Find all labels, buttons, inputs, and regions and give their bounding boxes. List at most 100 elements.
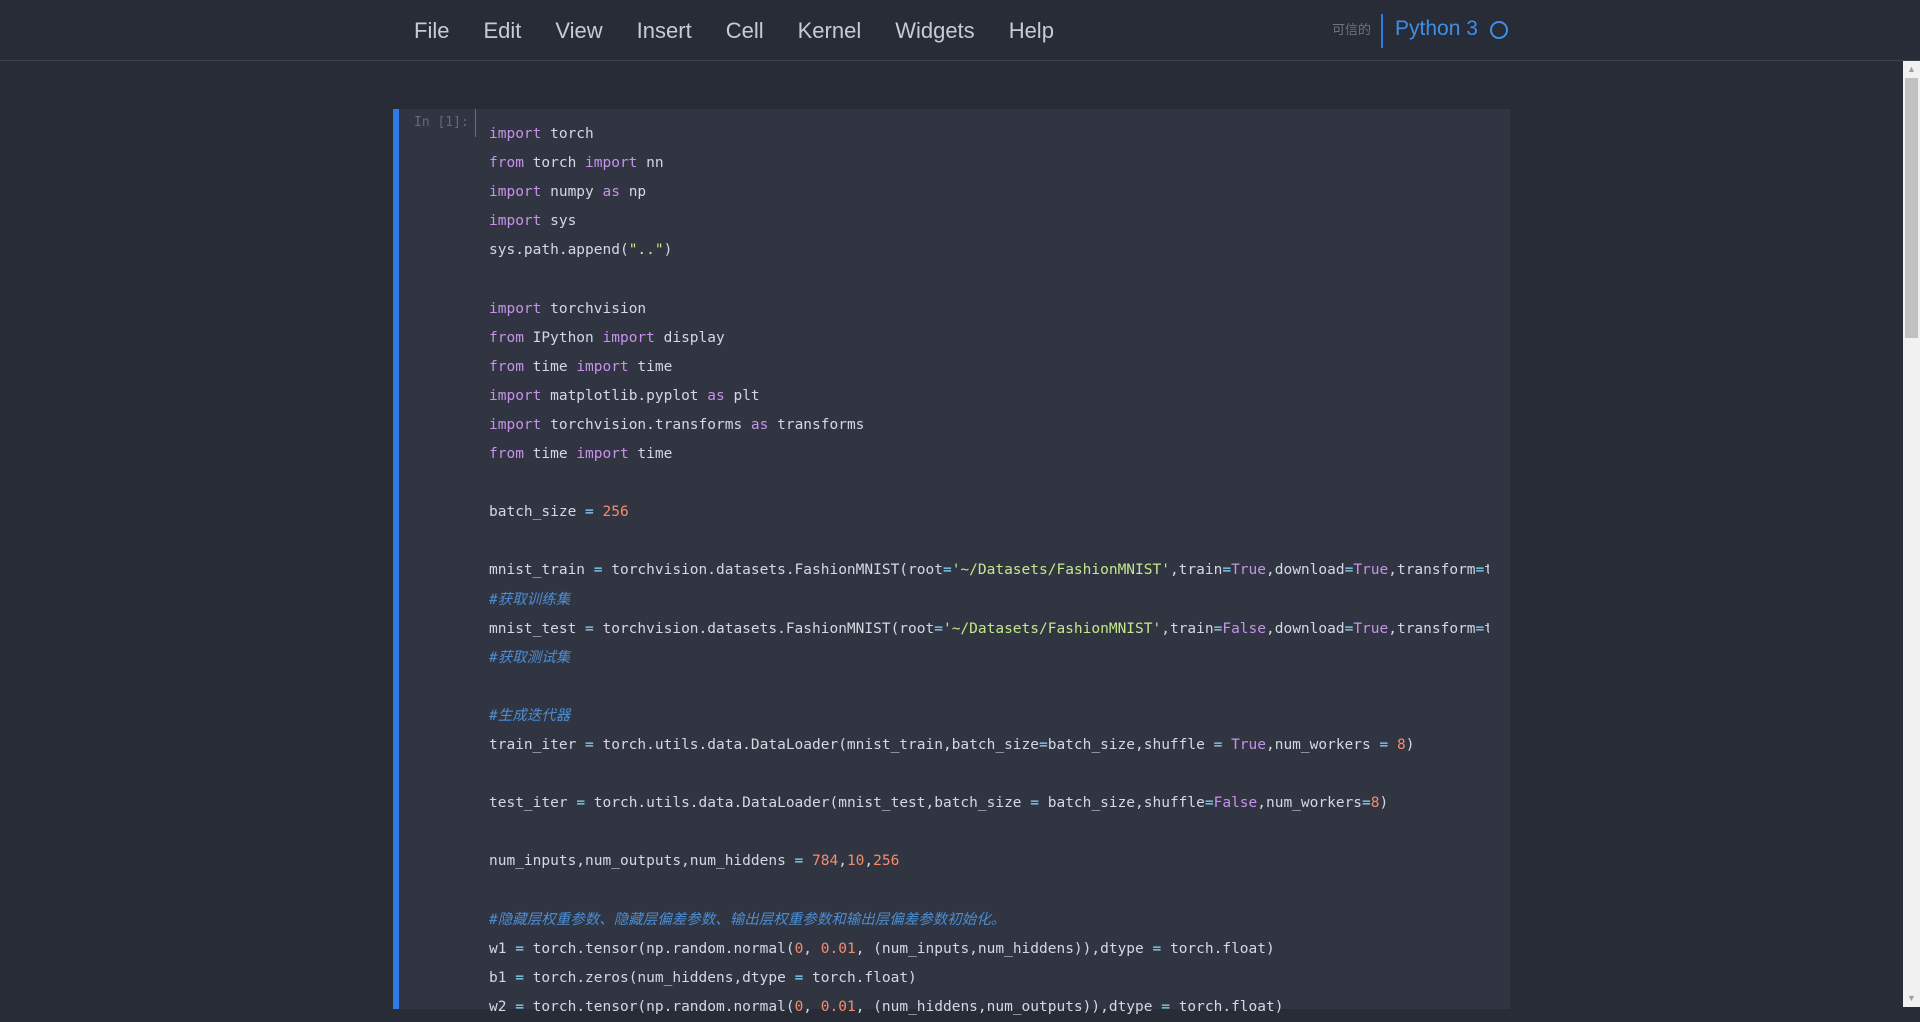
input-prompt: In [1]: [414, 115, 469, 130]
code-token: ,transform [1388, 620, 1476, 637]
code-token: torchvision.transforms [541, 416, 751, 433]
code-token: torch.float) [1161, 940, 1275, 957]
scroll-up-arrow-icon[interactable]: ▲ [1903, 61, 1920, 78]
menu-cell[interactable]: Cell [709, 0, 781, 61]
code-token: = [515, 969, 524, 986]
menu-view[interactable]: View [538, 0, 619, 61]
code-token: train_iter [489, 736, 586, 753]
menu-edit[interactable]: Edit [466, 0, 538, 61]
code-token: import [489, 126, 542, 142]
code-token: = [1344, 562, 1354, 579]
code-line: #隐藏层权重参数、隐藏层偏差参数、输出层权重参数和输出层偏差参数初始化。 [489, 906, 1489, 935]
code-token: ,train [1161, 620, 1214, 637]
code-token: transforms.ToTensor()) [1484, 620, 1489, 637]
code-token: = [1475, 562, 1485, 579]
code-token: sys [541, 213, 577, 230]
code-token: = [1344, 620, 1354, 637]
menu-items: File Edit View Insert Cell Kernel Widget… [397, 0, 1071, 61]
menubar: File Edit View Insert Cell Kernel Widget… [0, 0, 1920, 61]
scroll-thumb[interactable] [1905, 78, 1918, 338]
code-token: transforms [768, 416, 865, 433]
code-token: ,download [1266, 562, 1345, 579]
code-token: transforms.ToTensor()) [1484, 562, 1489, 579]
code-token: = [934, 620, 943, 637]
code-token: 0 [794, 940, 804, 957]
code-line: import torch [489, 120, 1489, 149]
menu-insert[interactable]: Insert [620, 0, 709, 61]
code-token: ,num_workers [1257, 795, 1363, 812]
code-line: import torchvision.transforms as transfo… [489, 411, 1489, 440]
code-token: ) [1379, 795, 1389, 812]
code-token: time [628, 446, 673, 463]
code-token: '~/Datasets/FashionMNIST' [951, 562, 1170, 579]
code-token: True [1353, 562, 1389, 579]
code-line: sys.path.append("..") [489, 236, 1489, 265]
code-token: plt [724, 387, 760, 404]
code-token: matplotlib.pyplot [541, 387, 708, 404]
code-token: torch.utils.data.DataLoader(mnist_test,b… [585, 795, 1031, 812]
vertical-scrollbar[interactable]: ▲ ▼ [1903, 61, 1920, 1007]
code-editor[interactable]: import torch from torch import nn import n… [489, 120, 1489, 1022]
code-token: = [1475, 620, 1485, 637]
code-token: as [707, 387, 725, 404]
code-token: torch.utils.data.DataLoader(mnist_train,… [593, 736, 1039, 753]
kernel-name[interactable]: Python 3 [1395, 17, 1478, 41]
code-token: torch.tensor(np.random.normal( [523, 940, 795, 957]
trusted-indicator[interactable]: 可信的 [1332, 19, 1371, 38]
code-token: import [602, 329, 655, 346]
code-token: torchvision.datasets.FashionMNIST(root [602, 562, 943, 579]
code-token: from [489, 329, 524, 346]
menu-help[interactable]: Help [992, 0, 1071, 61]
scroll-down-arrow-icon[interactable]: ▼ [1903, 990, 1920, 1007]
code-token: num_inputs,num_outputs,num_hiddens [489, 853, 795, 870]
code-token: = [585, 620, 594, 637]
code-line: from time import time [489, 440, 1489, 469]
code-token: test_iter [489, 795, 577, 812]
code-token: = [515, 940, 524, 957]
code-token: ,download [1266, 620, 1345, 637]
code-token: as [602, 184, 620, 201]
code-token: ) [663, 242, 673, 259]
code-token: time [628, 358, 673, 375]
kernel-divider [1381, 14, 1383, 48]
code-token: torch.zeros(num_hiddens,dtype [523, 969, 795, 986]
code-line: test_iter = torch.utils.data.DataLoader(… [489, 789, 1489, 818]
code-token: nn [637, 155, 664, 172]
menu-widgets[interactable]: Widgets [878, 0, 991, 61]
code-token: import [585, 155, 638, 172]
code-token: = [1038, 736, 1048, 753]
code-token: from [489, 446, 524, 463]
code-line: num_inputs,num_outputs,num_hiddens = 784… [489, 847, 1489, 876]
code-token: ".." [628, 242, 664, 259]
code-cell[interactable]: In [1]: import torch from torch import nn… [393, 109, 1510, 1015]
code-token: = [585, 736, 594, 753]
code-line: w2 = torch.tensor(np.random.normal(0, 0.… [489, 993, 1489, 1022]
code-line: batch_size = 256 [489, 498, 1489, 527]
code-token: 256 [602, 504, 629, 521]
code-token: import [489, 416, 542, 433]
code-line: b1 = torch.zeros(num_hiddens,dtype = tor… [489, 964, 1489, 993]
code-token: ,num_workers [1265, 736, 1380, 753]
code-line: import sys [489, 207, 1489, 236]
code-token: np [619, 184, 647, 201]
code-token: torch [523, 155, 586, 172]
code-token: #获取测试集 [489, 649, 571, 666]
code-token: import [489, 184, 542, 201]
code-token: from [489, 358, 524, 375]
code-token: IPython [523, 329, 603, 346]
menu-file[interactable]: File [397, 0, 466, 61]
code-line: train_iter = torch.utils.data.DataLoader… [489, 731, 1489, 760]
code-line: import matplotlib.pyplot as plt [489, 382, 1489, 411]
code-token: w1 [489, 940, 516, 957]
code-token: True [1353, 620, 1389, 637]
code-token: b1 [489, 969, 516, 986]
code-token: = [942, 562, 952, 579]
code-token: display [654, 329, 725, 346]
menu-kernel[interactable]: Kernel [781, 0, 879, 61]
code-line: from IPython import display [489, 324, 1489, 353]
code-token: import [489, 213, 542, 230]
code-line: #生成迭代器 [489, 702, 1489, 731]
